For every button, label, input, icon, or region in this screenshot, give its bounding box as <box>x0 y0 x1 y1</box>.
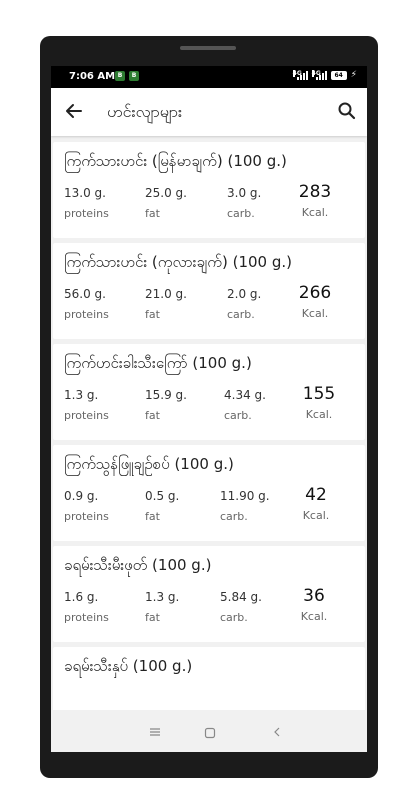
carb-info: 5.84 g. carb. <box>220 590 262 624</box>
status-time: 7:06 AM <box>69 71 116 82</box>
carb-value: 5.84 g. <box>220 590 262 604</box>
navigation-bar <box>51 710 367 752</box>
arrow-left-icon <box>66 104 82 118</box>
kcal-label: Kcal. <box>302 509 330 522</box>
protein-label: proteins <box>64 510 109 523</box>
fat-info: 1.3 g. fat <box>145 590 179 624</box>
app-bar: ဟင်းလျာများ <box>51 88 367 136</box>
charging-icon: ⚡ <box>350 70 357 80</box>
battery-icon: 64 <box>330 70 347 80</box>
carb-value: 3.0 g. <box>227 186 262 200</box>
carb-value: 4.34 g. <box>224 388 266 402</box>
fat-label: fat <box>145 207 160 220</box>
carb-value: 11.90 g. <box>220 489 270 503</box>
fat-label: fat <box>145 308 160 321</box>
fat-value: 0.5 g. <box>145 489 180 503</box>
protein-value: 56.0 g. <box>64 287 106 301</box>
carb-info: 4.34 g. carb. <box>224 388 266 422</box>
carb-label: carb. <box>227 207 255 220</box>
kcal-value: 283 <box>298 182 332 202</box>
food-card[interactable]: ကြက်သားဟင်း (ကုလားချက်) (100 g.) 56.0 g.… <box>53 243 365 339</box>
food-name: ခရမ်းသီးနှပ် (100 g.) <box>64 657 193 675</box>
carb-label: carb. <box>227 308 255 321</box>
phone-frame: 7:06 AM B B 4G 4G 64 ⚡ ဟင်းလျာများ ကြက်သ… <box>40 36 378 778</box>
food-name: ကြက်သွန်ဖြူချဉ်စပ် (100 g.) <box>64 455 234 473</box>
search-icon <box>338 102 356 120</box>
carb-info: 3.0 g. carb. <box>227 186 261 220</box>
page-title: ဟင်းလျာများ <box>107 102 183 121</box>
fat-label: fat <box>145 409 160 422</box>
kcal-value: 42 <box>305 485 327 505</box>
menu-icon <box>150 728 160 736</box>
food-name: ကြက်သားဟင်း (မြန်မာချက်) (100 g.) <box>64 152 287 170</box>
kcal-info: 42 Kcal. <box>291 485 341 522</box>
protein-info: 0.9 g. proteins <box>64 489 109 523</box>
status-indicators: 4G 4G 64 ⚡ <box>292 70 357 80</box>
food-card[interactable]: ခရမ်းသီးမီးဖုတ် (100 g.) 1.6 g. proteins… <box>53 546 365 642</box>
carb-label: carb. <box>220 611 248 624</box>
protein-info: 1.6 g. proteins <box>64 590 109 624</box>
chevron-left-icon <box>274 727 280 737</box>
kcal-value: 266 <box>298 283 332 303</box>
protein-label: proteins <box>64 409 109 422</box>
fat-value: 25.0 g. <box>145 186 187 200</box>
kcal-info: 155 Kcal. <box>294 384 344 421</box>
kcal-info: 266 Kcal. <box>290 283 340 320</box>
search-button[interactable] <box>335 99 359 123</box>
fat-info: 0.5 g. fat <box>145 489 179 523</box>
protein-value: 0.9 g. <box>64 489 99 503</box>
system-back-button[interactable] <box>272 723 282 742</box>
carb-label: carb. <box>224 409 252 422</box>
kcal-value: 155 <box>302 384 336 404</box>
recent-apps-button[interactable] <box>148 723 162 742</box>
carb-value: 2.0 g. <box>227 287 262 301</box>
protein-info: 1.3 g. proteins <box>64 388 109 422</box>
speaker-grille <box>180 46 236 50</box>
food-name: ခရမ်းသီးမီးဖုတ် (100 g.) <box>64 556 212 574</box>
signal-icon: 4G <box>311 70 327 80</box>
fat-value: 15.9 g. <box>145 388 187 402</box>
food-name: ကြက်ဟင်းခါးသီးကြော် (100 g.) <box>64 354 252 372</box>
kcal-info: 36 Kcal. <box>289 586 339 623</box>
protein-value: 1.6 g. <box>64 590 99 604</box>
square-icon <box>204 727 216 739</box>
food-card[interactable]: ကြက်ဟင်းခါးသီးကြော် (100 g.) 1.3 g. prot… <box>53 344 365 440</box>
protein-label: proteins <box>64 611 109 624</box>
fat-label: fat <box>145 510 160 523</box>
protein-info: 56.0 g. proteins <box>64 287 109 321</box>
home-button[interactable] <box>204 724 216 743</box>
kcal-label: Kcal. <box>305 408 333 421</box>
kcal-info: 283 Kcal. <box>290 182 340 219</box>
notification-icon: B <box>115 71 125 81</box>
carb-info: 2.0 g. carb. <box>227 287 261 321</box>
fat-info: 15.9 g. fat <box>145 388 187 422</box>
protein-label: proteins <box>64 308 109 321</box>
fat-label: fat <box>145 611 160 624</box>
kcal-label: Kcal. <box>301 307 329 320</box>
protein-value: 1.3 g. <box>64 388 99 402</box>
fat-info: 21.0 g. fat <box>145 287 187 321</box>
carb-info: 11.90 g. carb. <box>220 489 270 523</box>
food-name: ကြက်သားဟင်း (ကုလားချက်) (100 g.) <box>64 253 292 271</box>
notification-icon: B <box>129 71 139 81</box>
signal-icon: 4G <box>292 70 308 80</box>
carb-label: carb. <box>220 510 248 523</box>
protein-value: 13.0 g. <box>64 186 106 200</box>
fat-value: 21.0 g. <box>145 287 187 301</box>
fat-info: 25.0 g. fat <box>145 186 187 220</box>
back-button[interactable] <box>61 98 87 124</box>
protein-info: 13.0 g. proteins <box>64 186 109 220</box>
kcal-label: Kcal. <box>301 206 329 219</box>
kcal-label: Kcal. <box>300 610 328 623</box>
fat-value: 1.3 g. <box>145 590 180 604</box>
status-bar: 7:06 AM B B 4G 4G 64 ⚡ <box>51 66 367 88</box>
food-card[interactable]: ကြက်သားဟင်း (မြန်မာချက်) (100 g.) 13.0 g… <box>53 142 365 238</box>
food-card[interactable]: ကြက်သွန်ဖြူချဉ်စပ် (100 g.) 0.9 g. prote… <box>53 445 365 541</box>
kcal-value: 36 <box>303 586 325 606</box>
screen: 7:06 AM B B 4G 4G 64 ⚡ ဟင်းလျာများ ကြက်သ… <box>51 66 367 752</box>
protein-label: proteins <box>64 207 109 220</box>
